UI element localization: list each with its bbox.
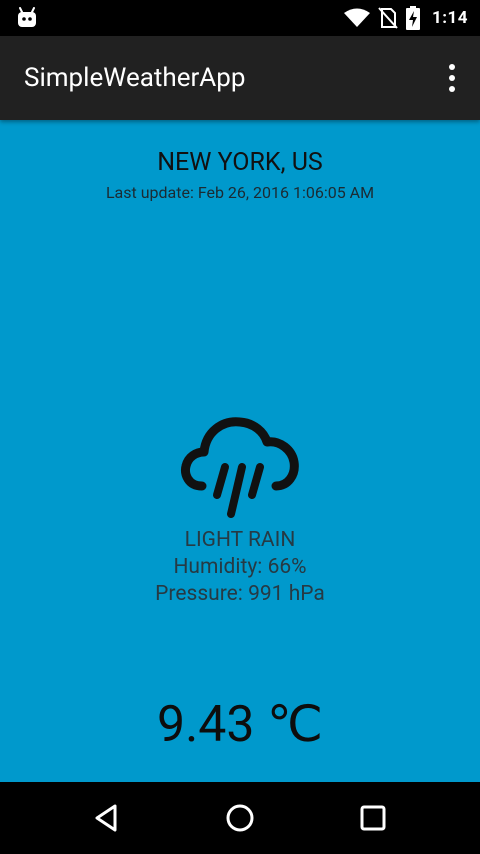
status-bar: 1:14 (0, 0, 480, 36)
back-icon[interactable] (91, 802, 123, 834)
home-icon[interactable] (224, 802, 256, 834)
temperature-text: 9.43 ℃ (156, 696, 324, 754)
app-screen: 1:14 SimpleWeatherApp NEW YORK, US Last … (0, 0, 480, 854)
city-name: NEW YORK, US (157, 148, 323, 177)
navigation-bar (0, 782, 480, 854)
no-sim-icon (378, 7, 398, 29)
status-icons: 1:14 (343, 0, 468, 36)
condition-text: LIGHT RAIN (184, 528, 296, 552)
humidity-text: Humidity: 66% (173, 555, 307, 579)
last-update-text: Last update: Feb 26, 2016 1:06:05 AM (105, 183, 375, 202)
android-debug-icon (18, 7, 36, 27)
overflow-menu-icon[interactable] (444, 64, 460, 92)
weather-content: NEW YORK, US Last update: Feb 26, 2016 1… (0, 120, 480, 782)
recents-icon[interactable] (357, 802, 389, 834)
status-time: 1:14 (431, 8, 468, 28)
app-bar: SimpleWeatherApp (0, 36, 480, 120)
weather-details: LIGHT RAIN Humidity: 66% Pressure: 991 h… (0, 527, 480, 608)
wifi-icon (343, 8, 370, 27)
pressure-text: Pressure: 991 hPa (155, 582, 325, 606)
app-title: SimpleWeatherApp (24, 63, 246, 93)
battery-charging-icon (405, 6, 420, 30)
rain-cloud-icon (181, 417, 299, 518)
